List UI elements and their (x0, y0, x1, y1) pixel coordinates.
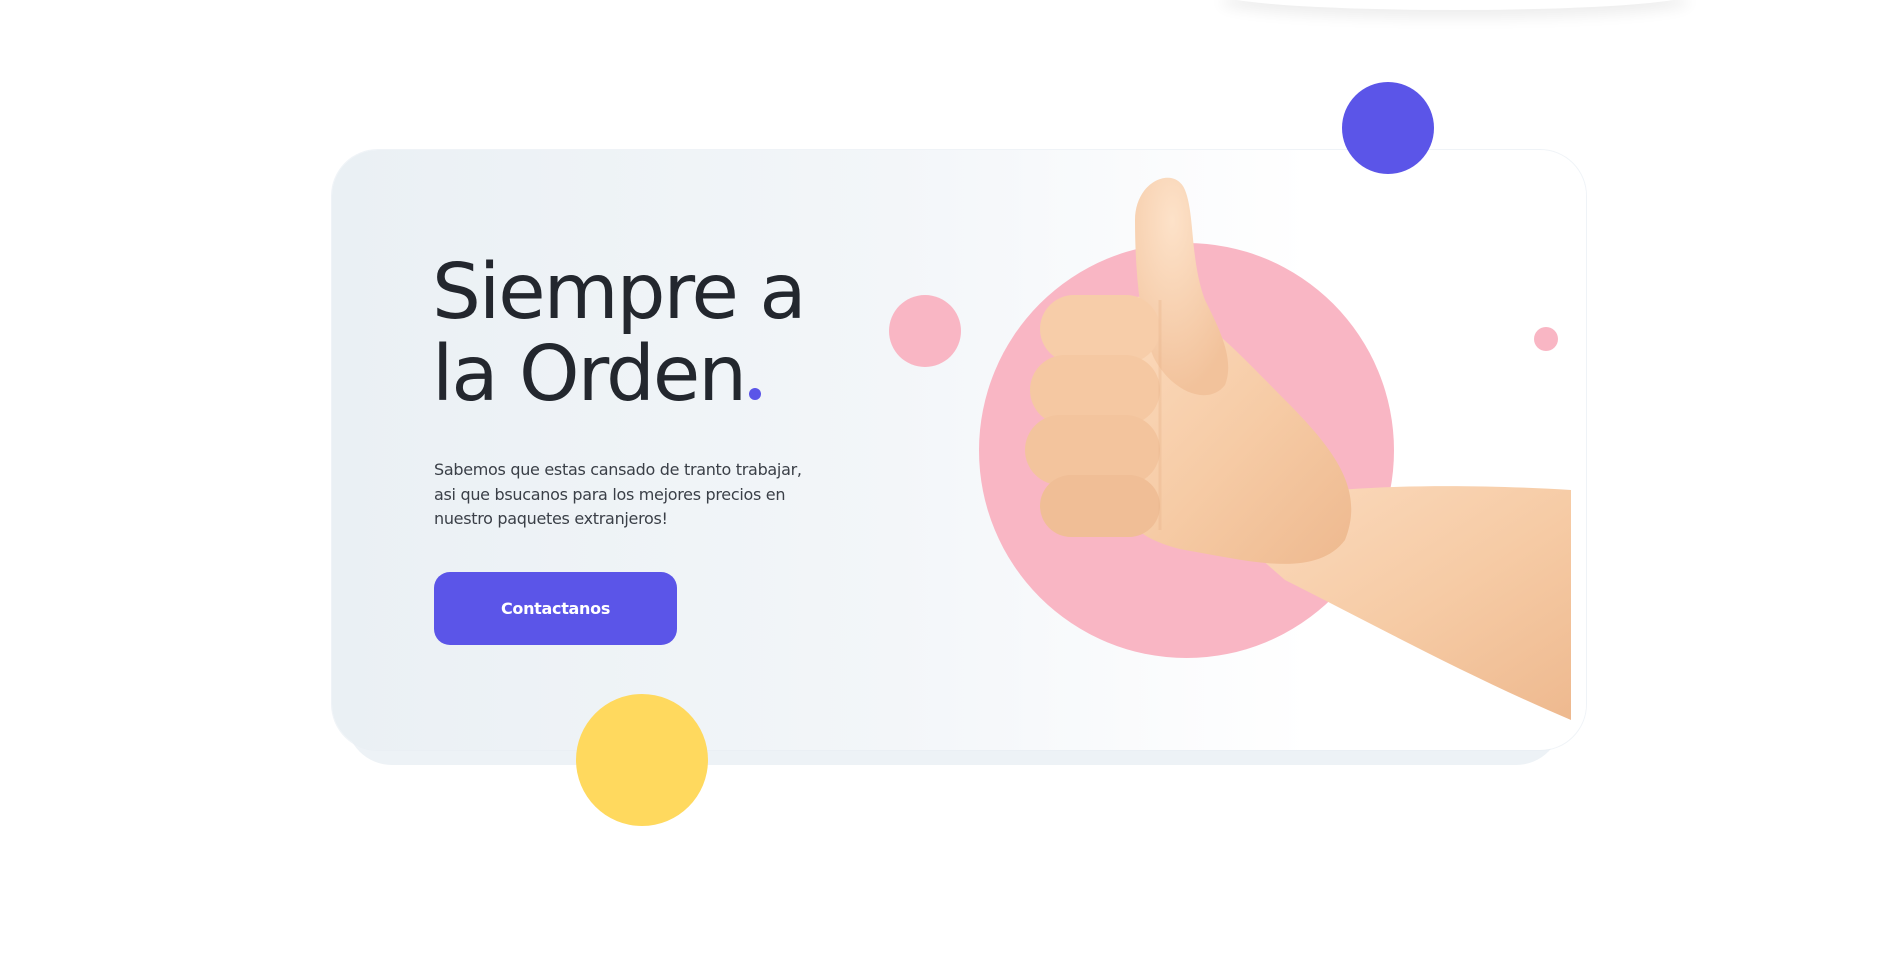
accent-dot (749, 388, 762, 400)
headline-line-1: Siempre a (432, 248, 807, 337)
pink-small-circle (889, 295, 961, 367)
headline-line-2: la Orden (432, 330, 747, 419)
contact-button[interactable]: Contactanos (434, 572, 677, 645)
headline-line-2-wrap: la Orden (432, 334, 805, 416)
top-shadow-decoration (1220, 0, 1690, 10)
thumbs-up-hand-icon (1025, 177, 1571, 720)
hero-headline: Siempre a la Orden (432, 248, 807, 416)
yellow-circle (576, 694, 708, 826)
hero-description: Sabemos que estas cansado de tranto trab… (434, 460, 802, 528)
page-stage: Siempre a la Orden Sabemos que estas can… (0, 0, 1896, 965)
